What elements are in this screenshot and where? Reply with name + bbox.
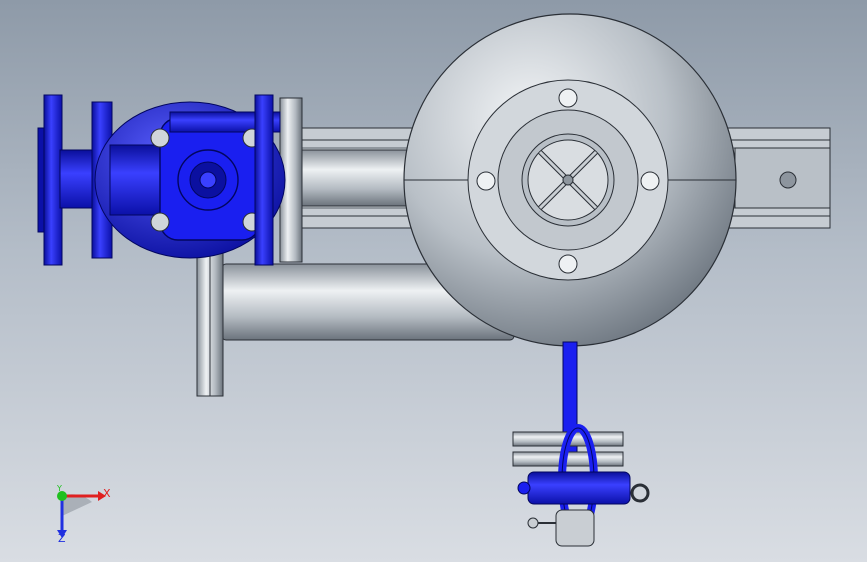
upper-pipe[interactable] bbox=[279, 97, 421, 263]
flange-bolt-hole bbox=[476, 171, 496, 191]
orientation-triad[interactable]: X Y Z bbox=[46, 482, 116, 546]
flange-bolt-hole bbox=[558, 254, 578, 274]
axis-z-label: Z bbox=[58, 532, 66, 545]
cad-viewport[interactable]: X Y Z bbox=[0, 0, 867, 562]
rail-bolt-hole bbox=[779, 171, 797, 189]
axis-y-label: Y bbox=[57, 484, 62, 493]
sphere-tank[interactable] bbox=[403, 13, 737, 347]
inlet-valve[interactable] bbox=[37, 94, 286, 266]
handle-ring[interactable] bbox=[630, 483, 650, 503]
flange-bolt-hole bbox=[640, 171, 660, 191]
flange-bolt-hole bbox=[558, 88, 578, 108]
assembly-model[interactable] bbox=[0, 0, 867, 562]
axis-x-label: X bbox=[103, 487, 111, 500]
drain-line[interactable] bbox=[512, 341, 650, 547]
